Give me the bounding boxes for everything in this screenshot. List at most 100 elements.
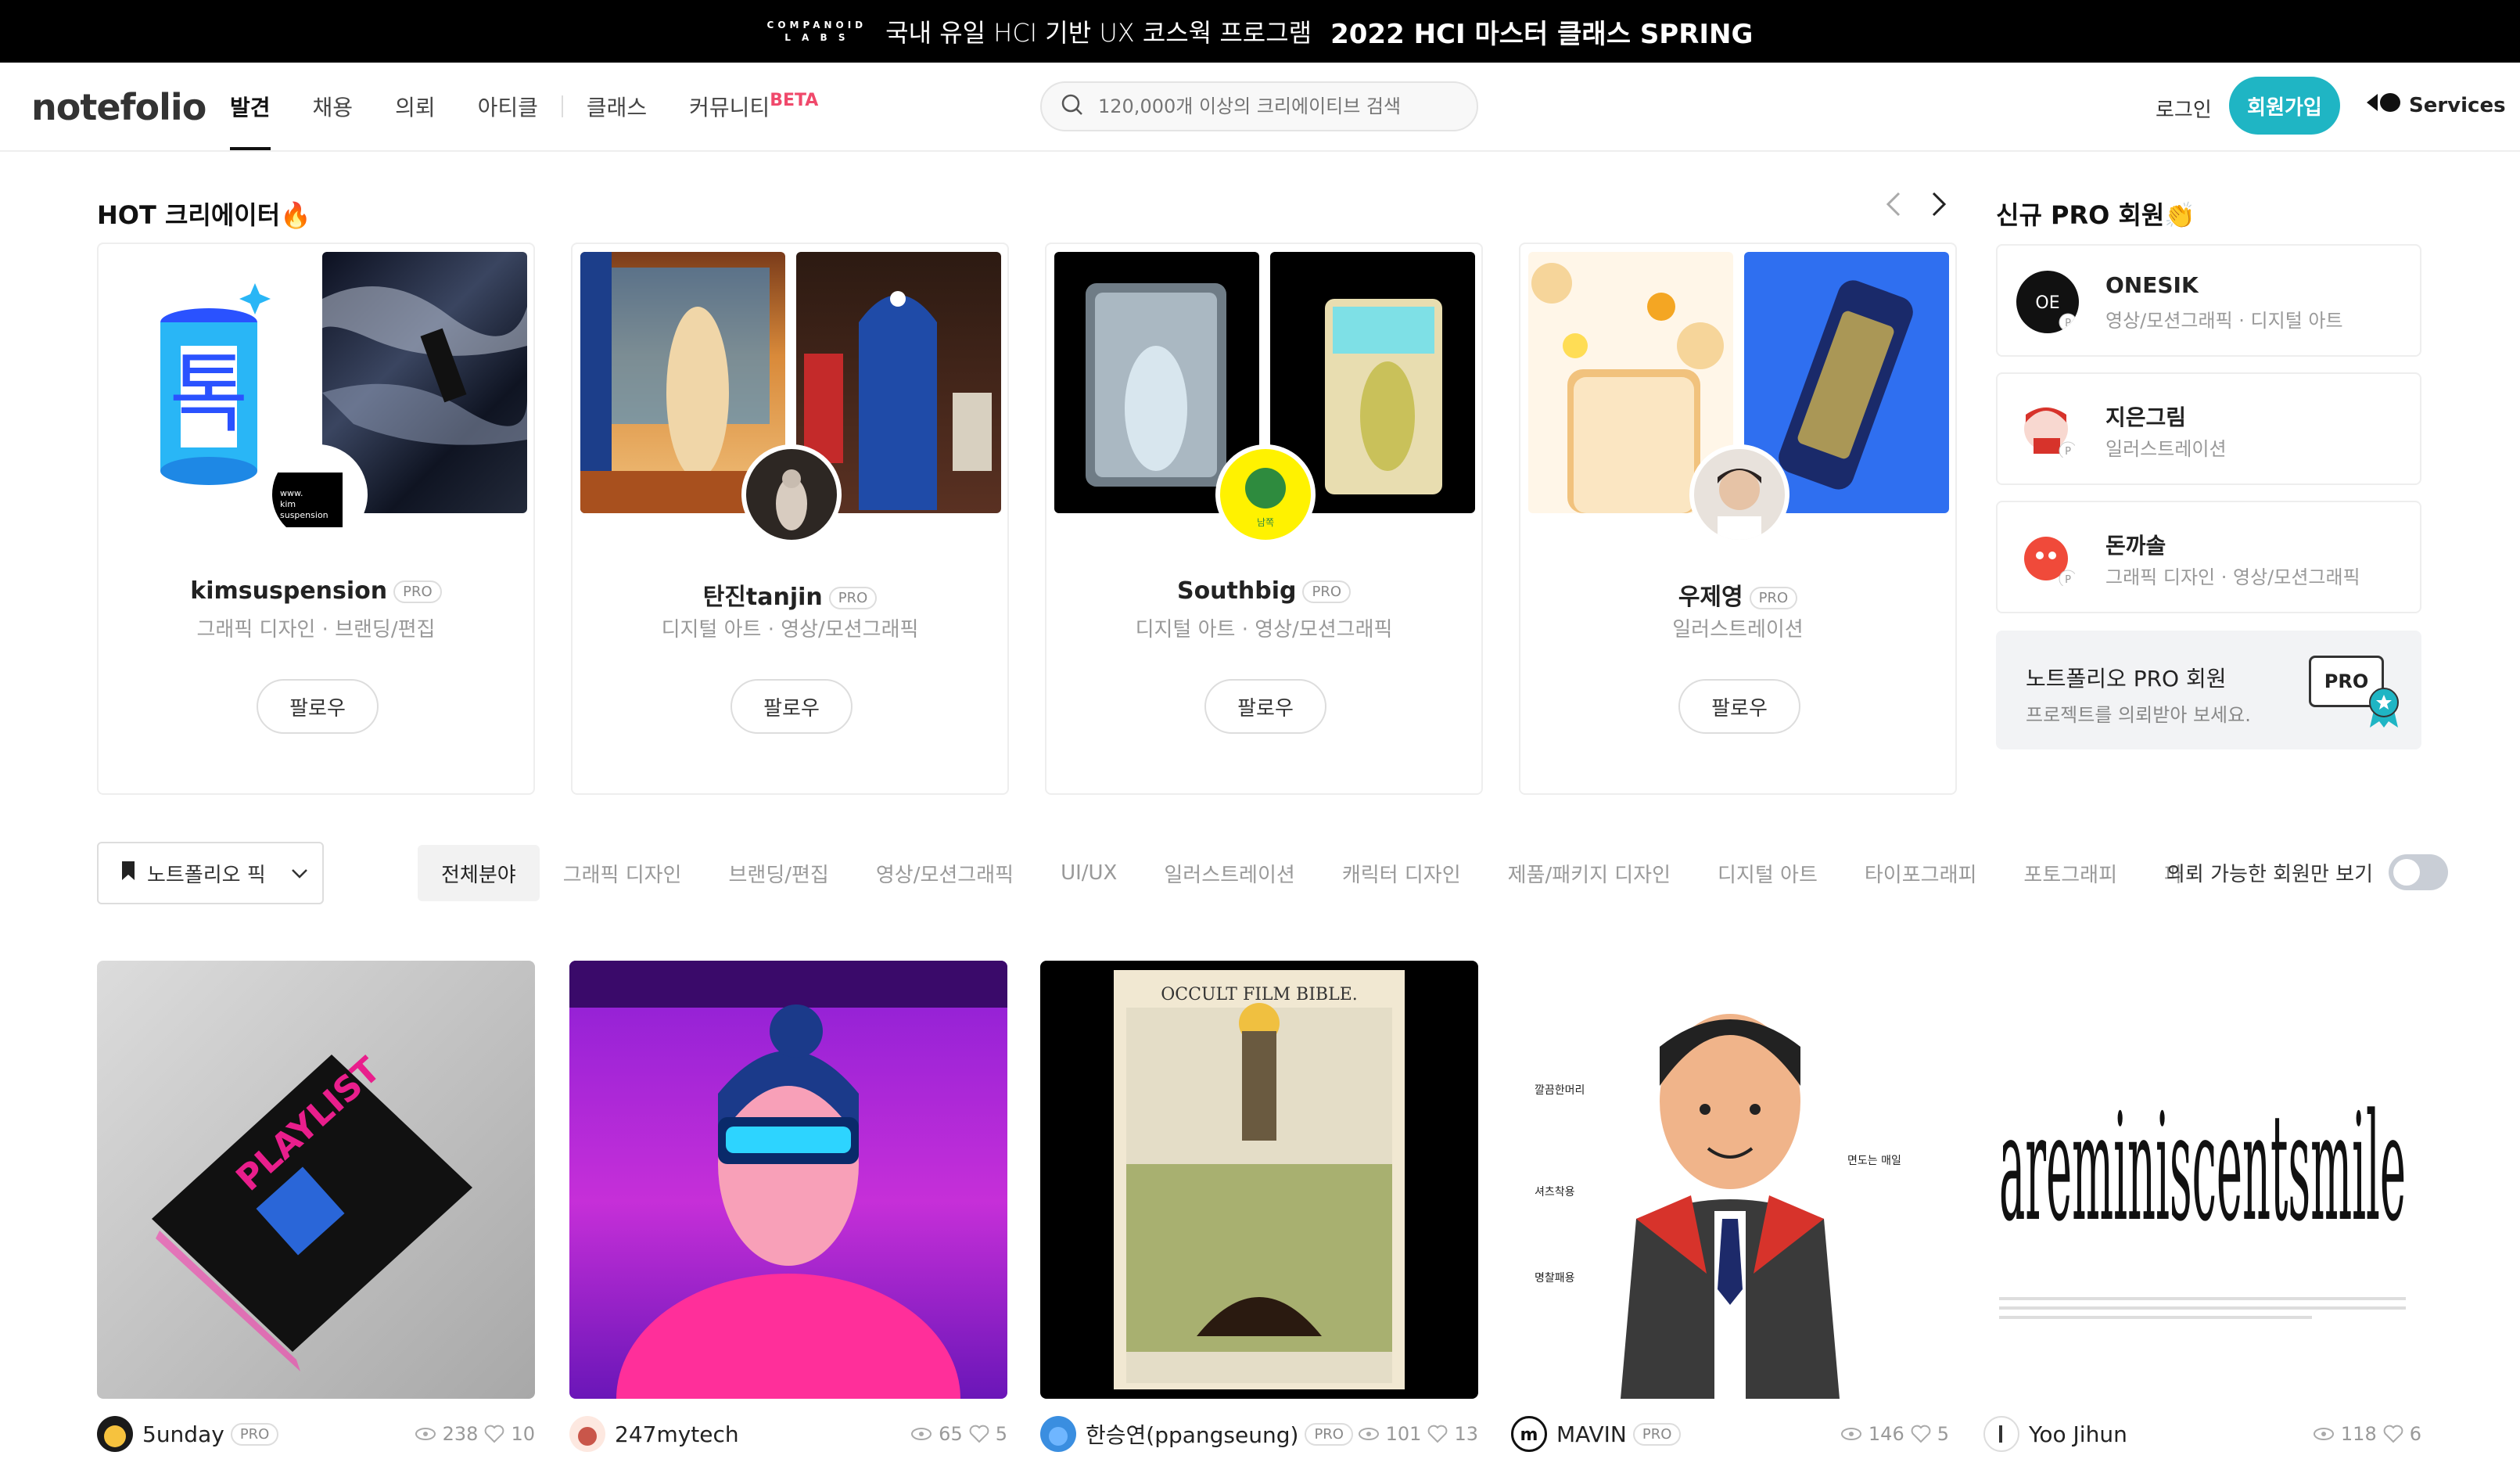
toggle-switch[interactable] [2389, 854, 2448, 890]
promo-subtitle: 프로젝트를 의뢰받아 보세요. [2026, 704, 2251, 726]
follow-button[interactable]: 팔로우 [257, 679, 379, 734]
search-bar[interactable] [1040, 81, 1478, 131]
chip-all[interactable]: 전체분야 [418, 845, 540, 901]
pick-filter-dropdown[interactable]: 노트폴리오 픽 [97, 842, 324, 904]
top-promo-banner[interactable]: COMPANOID L A B S 국내 유일 HCI 기반 UX 코스웍 프로… [0, 0, 2520, 63]
creator-name[interactable]: Southbig PRO [1046, 577, 1481, 605]
svg-text:깔끔한머리: 깔끔한머리 [1535, 1084, 1585, 1097]
creator-name[interactable]: kimsuspension PRO [99, 577, 533, 605]
author-avatar[interactable] [97, 1416, 133, 1452]
eye-icon [911, 1428, 932, 1440]
pro-badge: PRO [1632, 1422, 1682, 1446]
nav-item-class[interactable]: 클래스 [587, 63, 647, 150]
work-stats: 146 5 [1840, 1423, 1949, 1445]
work-meta: Yoo Jihun 118 6 [1983, 1413, 2421, 1455]
creator-card[interactable]: 우제영 PRO 일러스트레이션 팔로우 [1519, 243, 1957, 795]
author-name[interactable]: 5unday [142, 1421, 224, 1447]
author-avatar[interactable]: m [1511, 1416, 1547, 1452]
pro-member-card[interactable]: P 돈까솔 그래픽 디자인 · 영상/모션그래픽 [1996, 501, 2421, 613]
svg-text:OCCULT FILM BIBLE.: OCCULT FILM BIBLE. [1161, 985, 1358, 1004]
follow-button[interactable]: 팔로우 [731, 679, 853, 734]
chip-product[interactable]: 제품/패키지 디자인 [1484, 845, 1694, 901]
pro-badge: PRO [230, 1422, 279, 1446]
author-name[interactable]: Yoo Jihun [2029, 1421, 2127, 1447]
view-count: 118 [2340, 1423, 2377, 1445]
svg-text:명찰패용: 명찰패용 [1535, 1272, 1575, 1285]
creator-avatar[interactable]: www. kim suspension [267, 444, 368, 544]
services-menu[interactable]: Services [2367, 92, 2506, 118]
chip-photography[interactable]: 포토그래피 [2000, 845, 2141, 901]
work-thumbnail[interactable]: PLAYLIST [97, 961, 535, 1399]
main-nav: notefolio 발견 채용 의뢰 아티클 클래스 커뮤니티BETA 로그인 … [0, 63, 2520, 152]
pro-badge: PRO [1749, 587, 1798, 609]
work-stats: 101 13 [1358, 1423, 1478, 1445]
creator-name[interactable]: 탄진tanjin PRO [573, 577, 1007, 612]
eye-icon [2313, 1428, 2334, 1440]
creator-avatar[interactable] [741, 444, 842, 544]
chip-illustration[interactable]: 일러스트레이션 [1140, 845, 1318, 901]
nav-item-requests[interactable]: 의뢰 [395, 63, 436, 150]
services-logo-icon [2367, 92, 2401, 118]
pro-badge: PRO [828, 587, 878, 609]
author-avatar[interactable] [569, 1416, 605, 1452]
work-thumbnail[interactable]: OCCULT FILM BIBLE. [1040, 961, 1478, 1399]
work-thumbnail[interactable] [569, 961, 1007, 1399]
nav-item-jobs[interactable]: 채용 [313, 63, 354, 150]
banner-highlight: 2022 HCI 마스터 클래스 SPRING [1330, 18, 1754, 50]
nav-item-discover[interactable]: 발견 [230, 63, 271, 150]
work-meta: 한승연(ppangseung) PRO 101 13 [1040, 1413, 1478, 1455]
creator-card[interactable]: 남쪽 Southbig PRO 디지털 아트 · 영상/모션그래픽 팔로우 [1045, 243, 1483, 795]
author-avatar[interactable] [1983, 1416, 2019, 1452]
like-count: 13 [1454, 1423, 1478, 1445]
pro-member-card[interactable]: P 지은그림 일러스트레이션 [1996, 372, 2421, 485]
follow-button[interactable]: 팔로우 [1204, 679, 1326, 734]
login-link[interactable]: 로그인 [2156, 94, 2212, 123]
chip-branding[interactable]: 브랜딩/편집 [705, 845, 852, 901]
work-thumbnail[interactable]: 깔끔한머리 셔츠착용 명찰패용 면도는 매일 [1511, 961, 1949, 1399]
work-stats: 65 5 [910, 1423, 1007, 1445]
member-name: ONESIK [2105, 272, 2199, 298]
work-meta: m MAVIN PRO 146 5 [1511, 1413, 1949, 1455]
svg-text:m: m [1520, 1425, 1538, 1445]
author-avatar[interactable] [1040, 1416, 1076, 1452]
creator-name[interactable]: 우제영 PRO [1520, 577, 1955, 612]
chevron-right-icon[interactable] [1930, 191, 1947, 225]
view-count: 65 [939, 1423, 963, 1445]
heart-icon [969, 1425, 989, 1443]
chip-uiux[interactable]: UI/UX [1037, 845, 1140, 901]
creator-avatar[interactable]: 남쪽 [1215, 444, 1316, 544]
follow-button[interactable]: 팔로우 [1678, 679, 1800, 734]
available-only-toggle[interactable]: 의뢰 가능한 회원만 보기 [2166, 854, 2448, 890]
search-icon [1061, 93, 1084, 120]
nav-item-community[interactable]: 커뮤니티 BETA [689, 63, 818, 150]
notefolio-logo[interactable]: notefolio [31, 86, 206, 128]
chip-graphic-design[interactable]: 그래픽 디자인 [540, 845, 705, 901]
author-name[interactable]: 247mytech [615, 1421, 739, 1447]
creator-avatar[interactable] [1689, 444, 1789, 544]
search-input[interactable] [1098, 95, 1427, 117]
pro-member-card[interactable]: OE P ONESIK 영상/모션그래픽 · 디지털 아트 [1996, 244, 2421, 357]
author-name[interactable]: 한승연(ppangseung) [1086, 1418, 1298, 1450]
heart-icon [2383, 1425, 2403, 1443]
chip-motion[interactable]: 영상/모션그래픽 [853, 845, 1037, 901]
signup-button[interactable]: 회원가입 [2229, 77, 2340, 135]
promo-title: 노트폴리오 PRO 회원 [2026, 666, 2227, 692]
work-meta: 247mytech 65 5 [569, 1413, 1007, 1455]
eye-icon [1358, 1428, 1379, 1440]
svg-text:areminiscentsmile: areminiscentsmile [1999, 1082, 2406, 1254]
pro-badge: PRO [1305, 1422, 1353, 1446]
nav-item-articles[interactable]: 아티클 [478, 63, 538, 150]
creator-card[interactable]: 탄진tanjin PRO 디지털 아트 · 영상/모션그래픽 팔로우 [571, 243, 1009, 795]
svg-text:P: P [2065, 318, 2071, 329]
pro-membership-promo[interactable]: 노트폴리오 PRO 회원 프로젝트를 의뢰받아 보세요. PRO [1996, 631, 2421, 749]
chip-digital-art[interactable]: 디지털 아트 [1694, 845, 1841, 901]
work-thumbnail[interactable]: areminiscentsmile [1983, 961, 2421, 1399]
chevron-left-icon[interactable] [1885, 191, 1902, 225]
chip-typography[interactable]: 타이포그래피 [1841, 845, 2001, 901]
svg-text:면도는 매일: 면도는 매일 [1847, 1155, 1901, 1167]
chip-character[interactable]: 캐릭터 디자인 [1319, 845, 1484, 901]
svg-text:kim: kim [280, 499, 296, 509]
hot-creators-title: HOT 크리에이터🔥 [97, 200, 311, 230]
creator-card[interactable]: 톡 www. kim suspension kimsuspension PRO 그래픽… [97, 243, 535, 795]
author-name[interactable]: MAVIN [1556, 1421, 1627, 1447]
